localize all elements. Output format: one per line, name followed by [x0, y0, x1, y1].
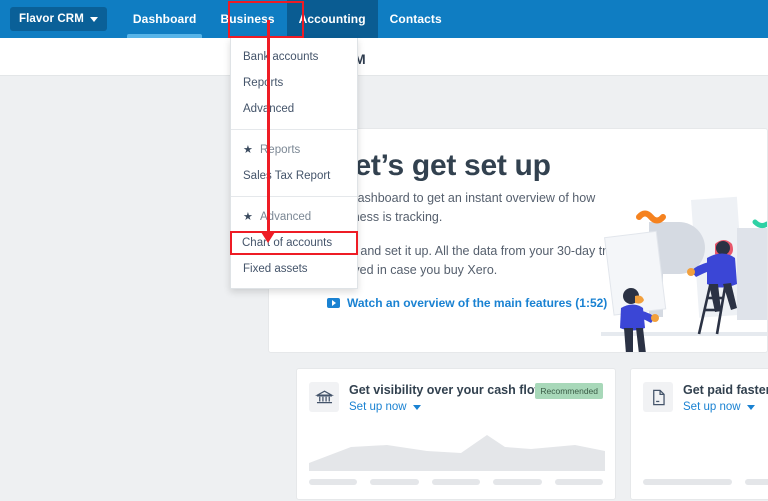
card-text-block: Get paid faster with online invoicing Se… [683, 382, 768, 413]
label-placeholder [431, 479, 481, 485]
menu-section-header-advanced: ★ Advanced [231, 204, 357, 230]
status-badge: Recommended [535, 383, 603, 399]
card-online-invoicing[interactable]: Get paid faster with online invoicing Se… [630, 368, 768, 500]
label-placeholder [745, 479, 768, 485]
primary-nav-items: Dashboard Business Accounting Contacts [121, 0, 454, 38]
block-placeholders [643, 431, 768, 471]
watch-overview-label: Watch an overview of the main features (… [347, 296, 608, 310]
menu-label: Fixed assets [243, 263, 308, 275]
menu-item-fixed-assets[interactable]: Fixed assets [231, 256, 357, 282]
chevron-down-icon [412, 404, 421, 410]
area-chart-placeholder [309, 435, 605, 471]
nav-label: Contacts [389, 12, 442, 26]
nav-label: Accounting [298, 12, 366, 26]
invoice-icon [643, 382, 673, 412]
organisation-name: Flavor CRM [19, 13, 84, 25]
annotation-arrow-shaft [267, 20, 270, 238]
card-setup-label: Set up now [349, 401, 407, 413]
card-header: Get paid faster with online invoicing Se… [631, 369, 768, 413]
menu-label: Reports [243, 77, 284, 89]
menu-label: Sales Tax Report [243, 170, 331, 182]
star-icon: ★ [243, 210, 253, 223]
card-setup-link[interactable]: Set up now [349, 401, 529, 413]
video-play-icon [327, 298, 340, 308]
menu-item-chart-of-accounts[interactable]: Chart of accounts [230, 231, 358, 255]
menu-item-reports[interactable]: Reports [231, 70, 357, 96]
card-title: Get visibility over your cash flow [349, 383, 545, 397]
card-title: Get paid faster with online invoicing [683, 383, 768, 397]
nav-label: Dashboard [132, 12, 197, 26]
accounting-dropdown-menu: Bank accounts Reports Advanced ★ Reports… [230, 38, 358, 289]
nav-item-contacts[interactable]: Contacts [378, 0, 454, 38]
top-navigation-bar: Flavor CRM Dashboard Business Accounting… [0, 0, 768, 38]
bank-icon [309, 382, 339, 412]
label-placeholder [643, 479, 733, 485]
watch-overview-link[interactable]: Watch an overview of the main features (… [327, 296, 607, 310]
card-setup-label: Set up now [683, 401, 741, 413]
nav-item-dashboard[interactable]: Dashboard [121, 0, 209, 38]
setup-cards-row: Get visibility over your cash flow Set u… [296, 368, 768, 500]
menu-label: Chart of accounts [242, 237, 333, 249]
setup-illustration [601, 196, 767, 352]
annotation-arrow-head [261, 232, 275, 243]
nav-item-business[interactable]: Business [208, 0, 286, 38]
menu-label: Bank accounts [243, 51, 319, 63]
card-cash-flow[interactable]: Get visibility over your cash flow Set u… [296, 368, 616, 500]
chevron-down-icon [746, 404, 755, 410]
menu-item-bank-accounts[interactable]: Bank accounts [231, 44, 357, 70]
app-root: Flavor CRM Dashboard Business Accounting… [0, 0, 768, 501]
label-placeholder [554, 479, 604, 485]
label-placeholders [643, 479, 768, 485]
menu-section-header-reports: ★ Reports [231, 137, 357, 163]
label-placeholder [309, 479, 358, 485]
organisation-switcher-button[interactable]: Flavor CRM [10, 7, 107, 31]
page-subheader-bar [0, 38, 768, 76]
label-placeholder [493, 479, 542, 485]
menu-item-advanced[interactable]: Advanced [231, 96, 357, 122]
chevron-down-icon [89, 16, 98, 22]
label-placeholder [370, 479, 419, 485]
menu-item-sales-tax-report[interactable]: Sales Tax Report [231, 163, 357, 189]
card-text-block: Get visibility over your cash flow Set u… [349, 382, 545, 413]
label-placeholders [309, 479, 604, 485]
card-setup-link[interactable]: Set up now [683, 401, 768, 413]
star-icon: ★ [243, 143, 253, 156]
nav-item-accounting[interactable]: Accounting [286, 0, 378, 38]
card-header: Get visibility over your cash flow Set u… [297, 369, 615, 413]
menu-divider [231, 196, 357, 197]
menu-divider [231, 129, 357, 130]
